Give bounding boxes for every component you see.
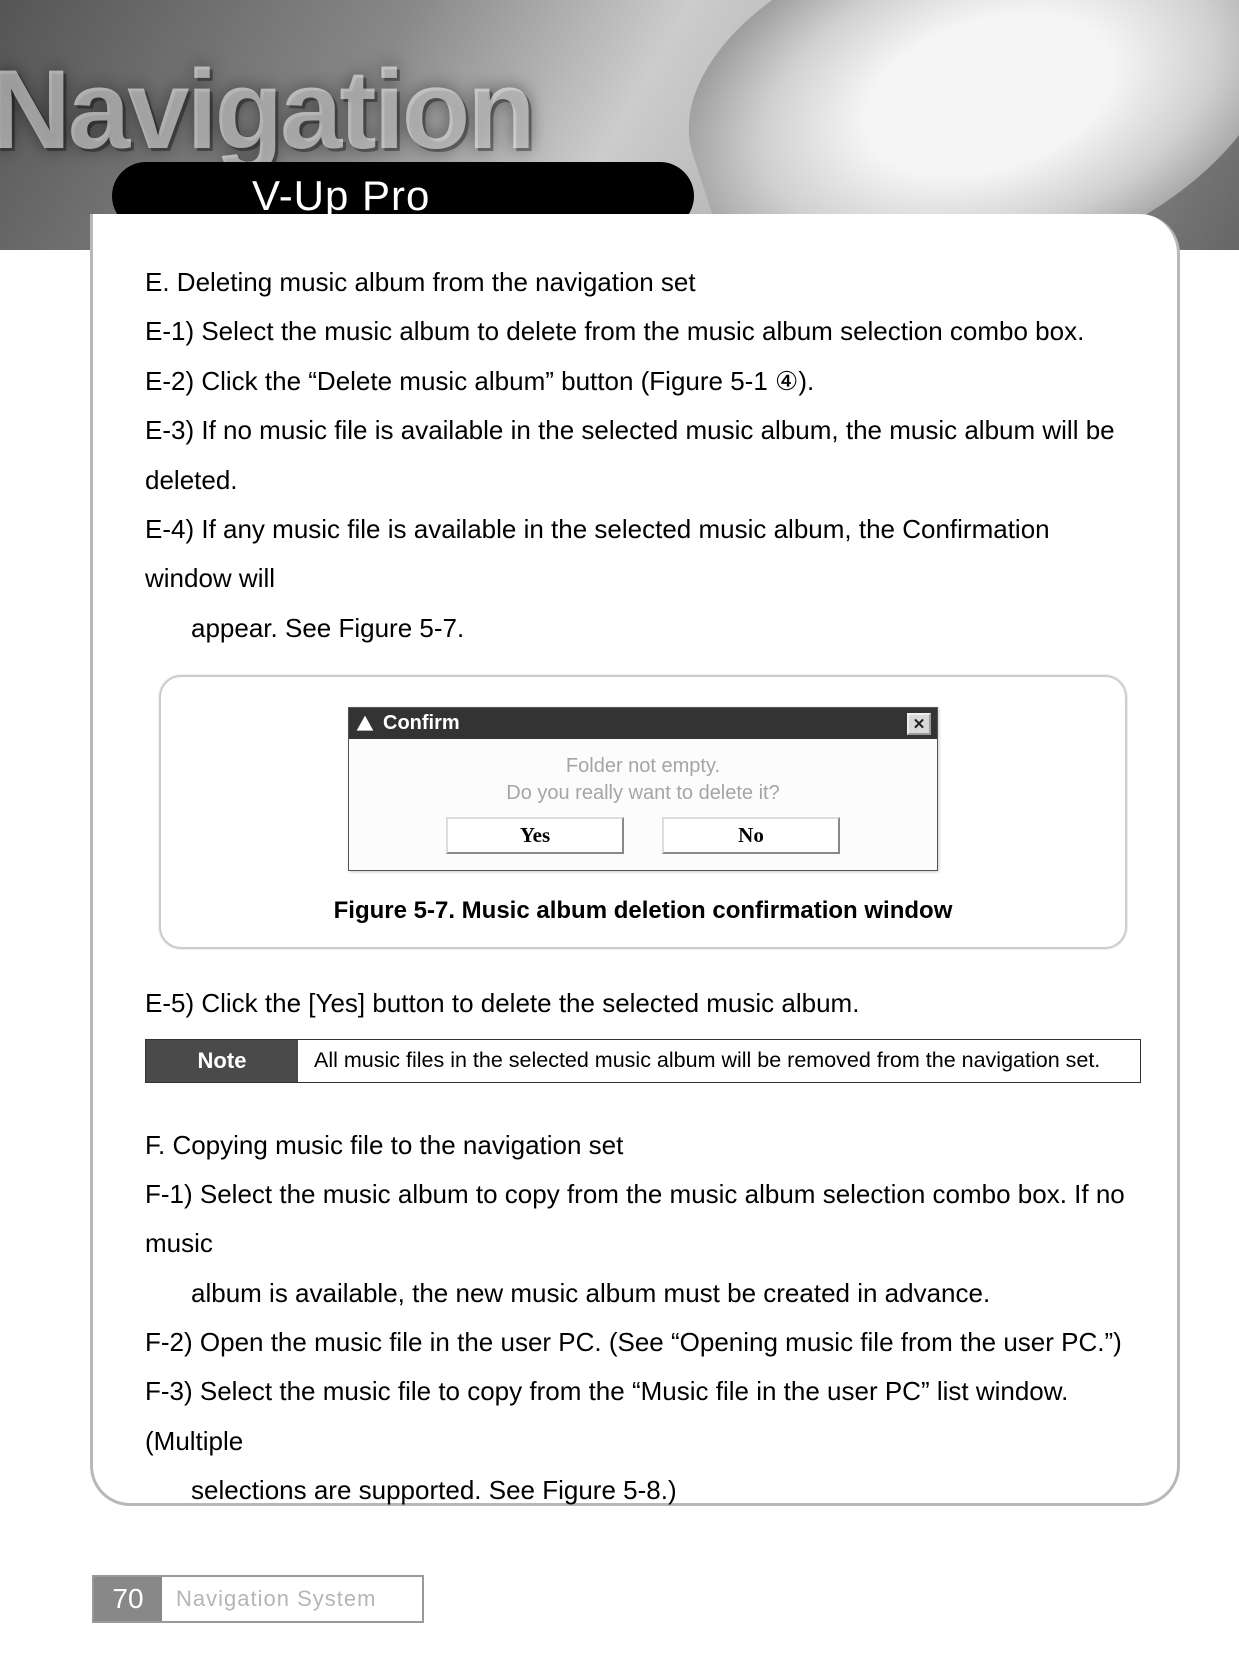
step-f1-line1: F-1) Select the music album to copy from… [145,1170,1141,1269]
subtitle-text: V-Up Pro [252,172,430,220]
footer-label: Navigation System [162,1577,422,1621]
step-e4-line1: E-4) If any music file is available in t… [145,505,1141,604]
content-panel: E. Deleting music album from the navigat… [90,214,1180,1506]
dialog-body: Folder not empty. Do you really want to … [349,739,937,870]
dialog-msg-line1: Folder not empty. [359,753,927,780]
warning-icon [355,714,375,734]
dialog-message: Folder not empty. Do you really want to … [359,753,927,807]
step-f2: F-2) Open the music file in the user PC.… [145,1318,1141,1367]
dialog-msg-line2: Do you really want to delete it? [359,780,927,807]
step-f3-line2: selections are supported. See Figure 5-8… [145,1466,1141,1515]
close-button[interactable]: ✕ [907,713,931,735]
titlebar-left: Confirm [355,712,460,735]
dialog-title: Confirm [383,712,460,735]
figure-caption: Figure 5-7. Music album deletion confirm… [191,897,1095,925]
section-f-heading: F. Copying music file to the navigation … [145,1121,1141,1170]
note-text: All music files in the selected music al… [298,1040,1140,1082]
note-row: Note All music files in the selected mus… [145,1039,1141,1083]
step-e5: E-5) Click the [Yes] button to delete th… [145,979,1141,1028]
page-header-title: Navigation [0,45,533,174]
dialog-titlebar: Confirm ✕ [349,708,937,739]
figure-5-7-box: Confirm ✕ Folder not empty. Do you reall… [159,675,1127,949]
step-e4-line2: appear. See Figure 5-7. [145,604,1141,653]
page-number: 70 [94,1577,162,1621]
note-label: Note [146,1040,298,1082]
body-text: E. Deleting music album from the navigat… [145,258,1141,653]
step-e1: E-1) Select the music album to delete fr… [145,307,1141,356]
yes-button[interactable]: Yes [446,817,624,854]
close-icon: ✕ [913,715,926,733]
dialog-buttons: Yes No [359,817,927,860]
section-e-heading: E. Deleting music album from the navigat… [145,258,1141,307]
no-button[interactable]: No [662,817,840,854]
step-e2: E-2) Click the “Delete music album” butt… [145,357,1141,406]
confirm-dialog: Confirm ✕ Folder not empty. Do you reall… [348,707,938,871]
body-text-2: E-5) Click the [Yes] button to delete th… [145,979,1141,1028]
step-e3: E-3) If no music file is available in th… [145,406,1141,505]
body-text-3: F. Copying music file to the navigation … [145,1121,1141,1516]
page-footer: 70 Navigation System [92,1575,424,1623]
step-f3-line1: F-3) Select the music file to copy from … [145,1367,1141,1466]
step-f1-line2: album is available, the new music album … [145,1269,1141,1318]
